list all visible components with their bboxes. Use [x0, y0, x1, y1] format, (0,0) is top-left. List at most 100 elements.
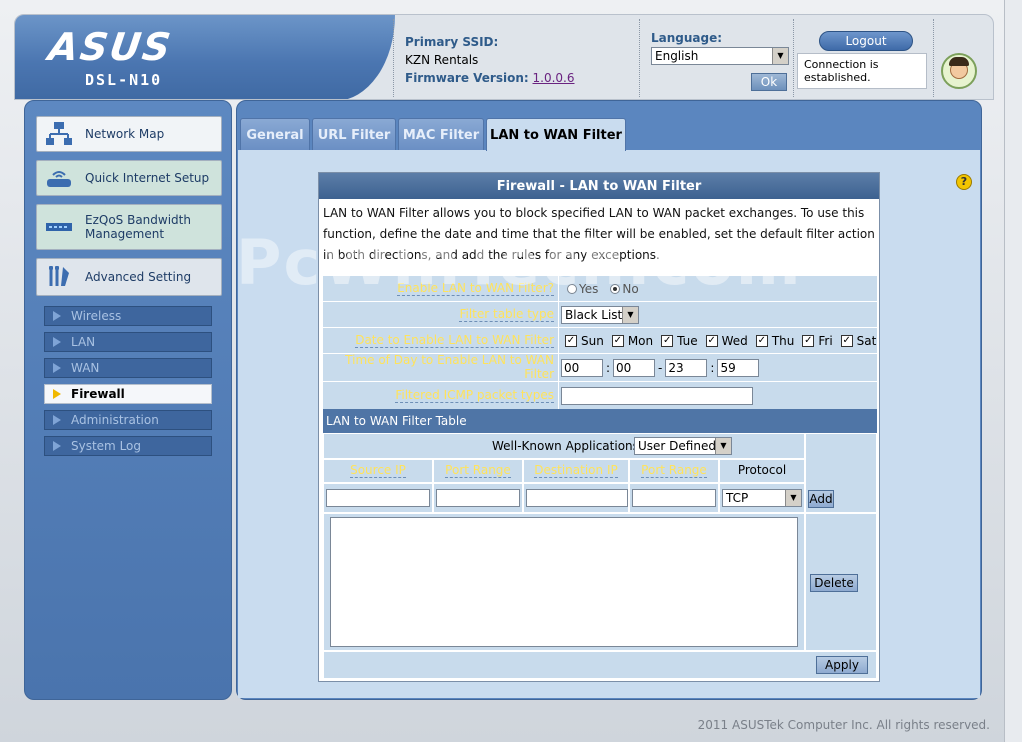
- sidebar-sub-firewall[interactable]: Firewall: [44, 384, 212, 404]
- enable-filter-options: Yes No: [561, 276, 645, 301]
- language-ok-button[interactable]: Ok: [751, 73, 787, 91]
- day-wed-checkbox[interactable]: ✓: [705, 334, 718, 347]
- well-known-value: User Defined: [638, 439, 716, 453]
- qos-icon: [46, 223, 72, 231]
- sidebar-sub-label: Wireless: [71, 309, 122, 323]
- day-label: Sun: [581, 333, 604, 348]
- col-protocol: Protocol: [719, 459, 805, 483]
- yes-label: Yes: [579, 281, 599, 296]
- filter-type-label: Filter table type: [323, 302, 559, 327]
- day-thu-checkbox[interactable]: ✓: [755, 334, 768, 347]
- ssid-value: KZN Rentals: [405, 53, 479, 67]
- col-port-range-text: Port Range: [445, 463, 511, 478]
- play-icon: [53, 415, 61, 425]
- end-hour-input[interactable]: 23: [665, 358, 708, 377]
- scrollbar[interactable]: [1004, 0, 1022, 742]
- firmware-label: Firmware Version:: [405, 71, 529, 85]
- delete-button[interactable]: Delete: [810, 574, 858, 592]
- sidebar-item-ezqos[interactable]: EzQoS Bandwidth Management: [36, 204, 222, 250]
- sidebar-item-advanced-setting[interactable]: Advanced Setting: [36, 258, 222, 296]
- time-colon: :: [606, 360, 611, 375]
- filter-panel: Firewall - LAN to WAN Filter LAN to WAN …: [318, 172, 880, 682]
- tab-general[interactable]: General: [240, 118, 310, 150]
- play-icon: [53, 337, 61, 347]
- tab-lan-to-wan-filter[interactable]: LAN to WAN Filter: [486, 118, 626, 151]
- rules-list-cell: [323, 513, 805, 651]
- sidebar-sub-label: Administration: [71, 413, 159, 427]
- date-row: Date to Enable LAN to WAN Filter ✓ Sun ✓ M…: [323, 327, 877, 353]
- help-icon[interactable]: ?: [956, 174, 972, 190]
- filter-type-row: Filter table type Black List ▼: [323, 301, 877, 327]
- day-label: Thu: [771, 333, 795, 348]
- sidebar-sub-wireless[interactable]: Wireless: [44, 306, 212, 326]
- sidebar-item-network-map[interactable]: Network Map: [36, 116, 222, 152]
- router-icon: [47, 171, 71, 187]
- firmware-version-link[interactable]: 1.0.0.6: [533, 71, 575, 85]
- sidebar-sub-wan[interactable]: WAN: [44, 358, 212, 378]
- time-row: Time of Day to Enable LAN to WAN Filter …: [323, 353, 877, 382]
- day-tue-checkbox[interactable]: ✓: [661, 334, 674, 347]
- icmp-field: [561, 382, 753, 409]
- end-minute-input[interactable]: 59: [717, 358, 760, 377]
- col-port-range: Port Range: [433, 459, 523, 483]
- sidebar-sub-label: LAN: [71, 335, 96, 349]
- start-hour-input[interactable]: 00: [561, 358, 603, 377]
- port-range-input[interactable]: [436, 489, 520, 507]
- day-label: Fri: [818, 333, 833, 348]
- mascot-icon: [941, 53, 977, 89]
- sidebar-item-quick-internet-setup[interactable]: Quick Internet Setup: [36, 160, 222, 196]
- time-label-text: Time of Day to Enable LAN to WAN Filter: [323, 353, 554, 382]
- apply-button[interactable]: Apply: [816, 656, 868, 674]
- enable-no-radio[interactable]: [610, 283, 621, 294]
- enable-filter-label: Enable LAN to WAN Filter?: [323, 276, 559, 301]
- time-dash: -: [658, 360, 663, 375]
- source-ip-input[interactable]: [326, 489, 430, 507]
- day-label: Tue: [677, 333, 698, 348]
- destination-ip-input[interactable]: [526, 489, 628, 507]
- col-source-ip: Source IP: [323, 459, 433, 483]
- day-label: Wed: [721, 333, 748, 348]
- port-range-2-input[interactable]: [632, 489, 716, 507]
- enable-yes-radio[interactable]: [567, 283, 577, 294]
- chevron-down-icon: ▼: [622, 306, 638, 323]
- icmp-input[interactable]: [561, 386, 753, 405]
- time-label: Time of Day to Enable LAN to WAN Filter: [323, 353, 559, 382]
- header-divider: [393, 19, 394, 97]
- add-cell: Add: [805, 433, 877, 513]
- day-fri-checkbox[interactable]: ✓: [802, 334, 815, 347]
- footer-copyright: 2011 ASUSTek Computer Inc. All rights re…: [697, 718, 990, 732]
- sidebar-sub-administration[interactable]: Administration: [44, 410, 212, 430]
- play-icon: [53, 363, 61, 373]
- panel-title: Firewall - LAN to WAN Filter: [319, 173, 879, 199]
- play-icon: [53, 311, 61, 321]
- col-port-range-2: Port Range: [629, 459, 719, 483]
- tab-url-filter[interactable]: URL Filter: [312, 118, 396, 150]
- rules-listbox[interactable]: [330, 517, 798, 647]
- dest-ip-cell: [523, 483, 629, 513]
- enable-filter-row: Enable LAN to WAN Filter? Yes No: [323, 275, 877, 301]
- time-fields: 00 : 00 - 23 : 59: [561, 354, 760, 381]
- protocol-value: TCP: [726, 491, 749, 505]
- sidebar-sub-system-log[interactable]: System Log: [44, 436, 212, 456]
- chevron-down-icon: ▼: [785, 490, 801, 506]
- sidebar-sub-lan[interactable]: LAN: [44, 332, 212, 352]
- date-label: Date to Enable LAN to WAN Filter: [323, 328, 559, 353]
- day-mon-checkbox[interactable]: ✓: [611, 334, 624, 347]
- start-minute-input[interactable]: 00: [613, 358, 656, 377]
- tab-mac-filter[interactable]: MAC Filter: [398, 118, 484, 150]
- day-sun-checkbox[interactable]: ✓: [565, 334, 577, 347]
- language-selected-value: English: [655, 49, 699, 63]
- sidebar-item-label: Network Map: [85, 127, 165, 141]
- protocol-select[interactable]: TCP ▼: [722, 489, 802, 507]
- add-button[interactable]: Add: [808, 490, 834, 508]
- language-select[interactable]: English ▼: [651, 47, 789, 65]
- filter-type-select[interactable]: Black List ▼: [561, 305, 639, 324]
- logo-area: ASUS DSL-N10: [15, 15, 395, 99]
- col-destination-ip: Destination IP: [523, 459, 629, 483]
- port-range-cell: [433, 483, 523, 513]
- well-known-row: Well-Known Applications User Defined ▼: [323, 433, 805, 459]
- well-known-select[interactable]: User Defined ▼: [634, 437, 732, 455]
- logout-button[interactable]: Logout: [819, 31, 913, 51]
- day-sat-checkbox[interactable]: ✓: [840, 334, 853, 347]
- protocol-cell: TCP ▼: [719, 483, 805, 513]
